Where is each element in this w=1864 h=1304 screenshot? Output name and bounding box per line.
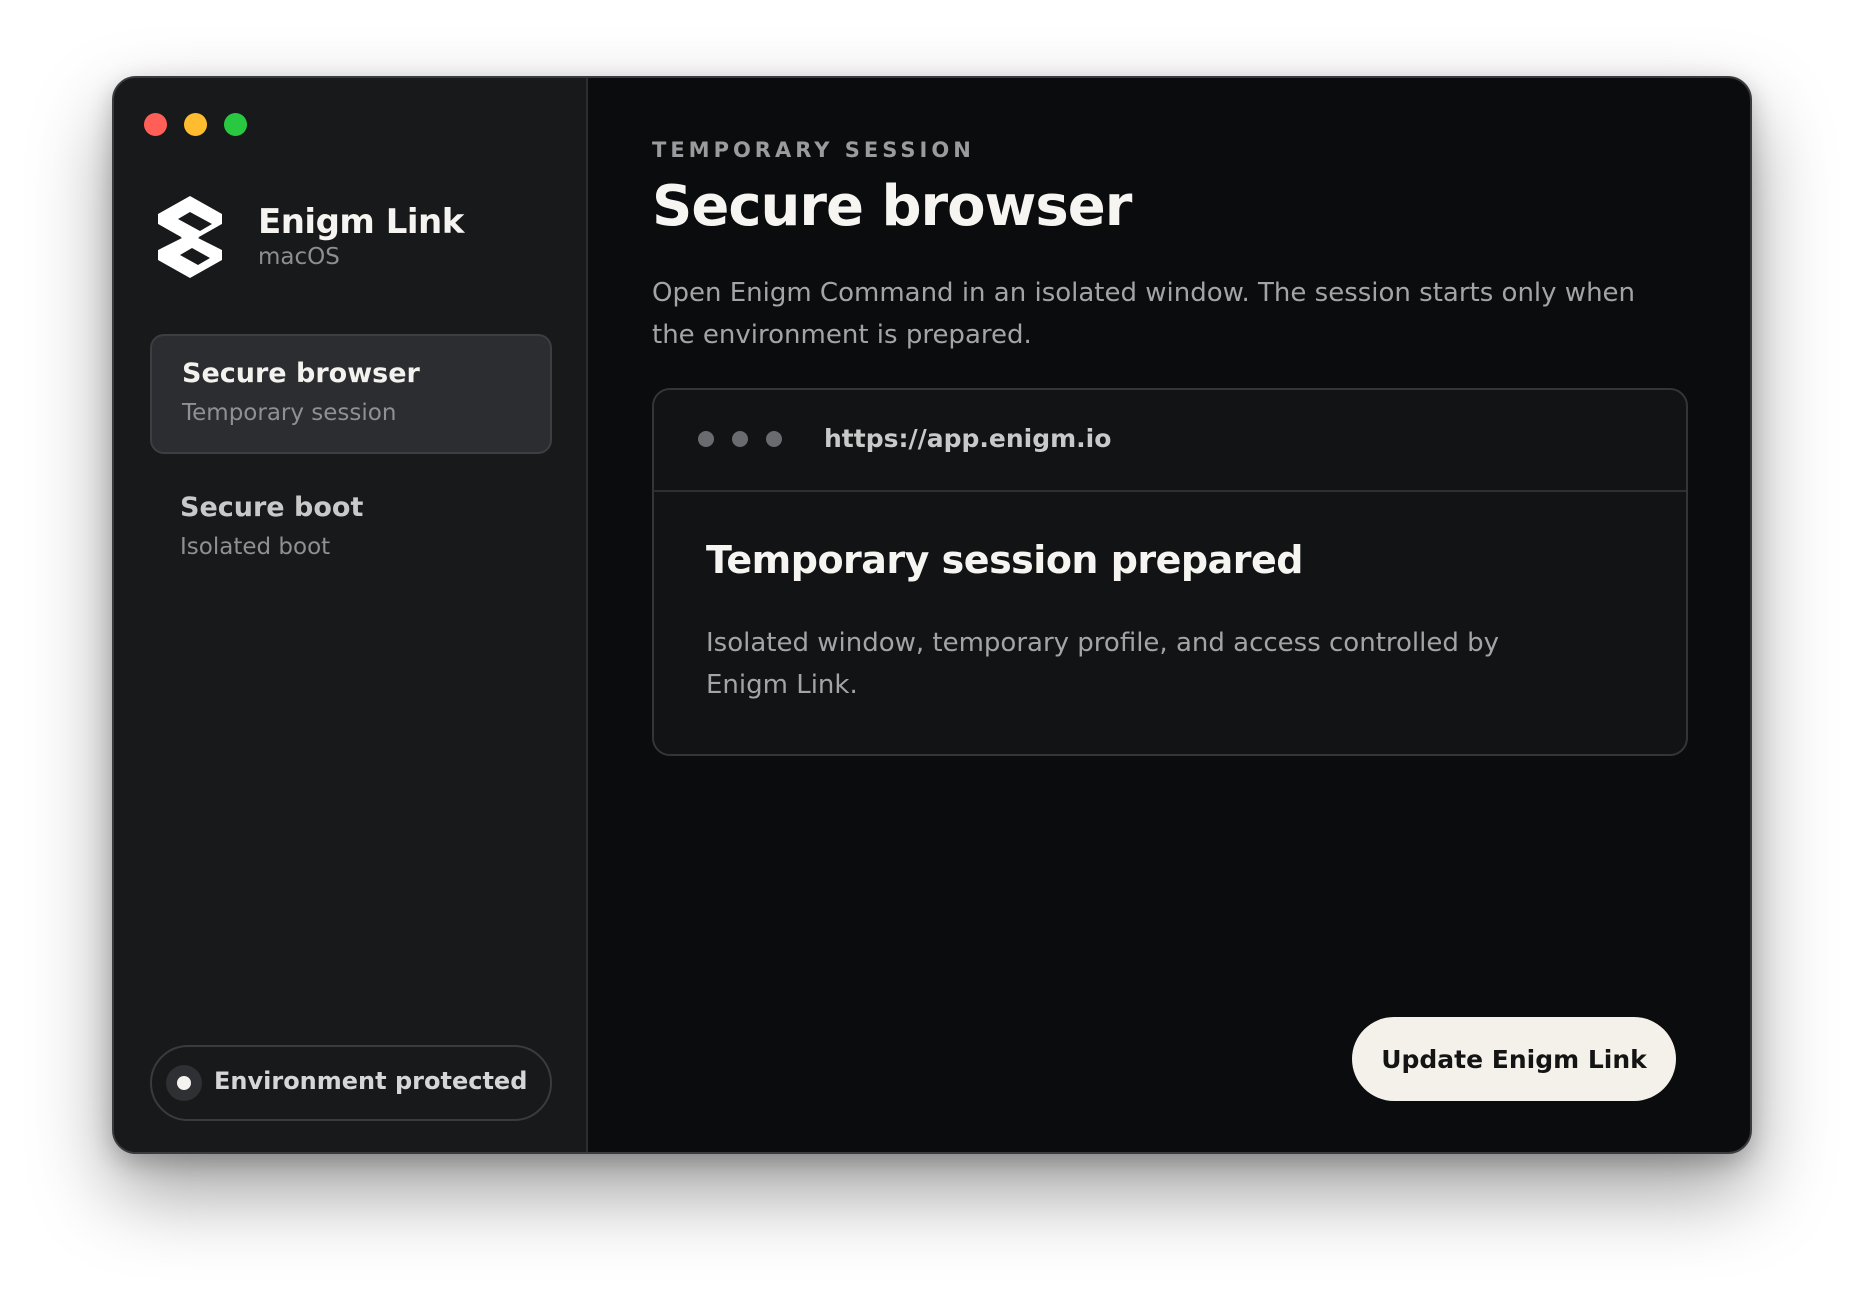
status-label: Environment protected <box>214 1067 528 1095</box>
brand-text: Enigm Link macOS <box>258 202 464 272</box>
card-title: Temporary session prepared <box>706 538 1304 582</box>
zoom-window-button[interactable] <box>224 113 247 136</box>
sidebar-item-subtitle: Isolated boot <box>180 534 331 560</box>
sidebar-item-subtitle: Temporary session <box>182 400 397 426</box>
page-description: Open Enigm Command in an isolated window… <box>652 278 1636 350</box>
minimize-window-button[interactable] <box>184 113 207 136</box>
app-name: Enigm Link <box>258 202 464 242</box>
sidebar-item-secure-browser[interactable]: Secure browser Temporary session <box>150 334 552 454</box>
sidebar: Enigm Link macOS Secure browser Temporar… <box>114 78 588 1152</box>
app-window: Enigm Link macOS Secure browser Temporar… <box>112 76 1752 1154</box>
enigm-logo-icon <box>158 196 222 278</box>
sidebar-item-title: Secure boot <box>180 492 364 523</box>
sidebar-item-secure-boot[interactable]: Secure boot Isolated boot <box>150 470 552 590</box>
brand: Enigm Link macOS <box>152 194 464 280</box>
browser-address-bar: https://app.enigm.io <box>654 390 1686 492</box>
sidebar-item-title: Secure browser <box>182 358 420 389</box>
section-eyebrow: TEMPORARY SESSION <box>652 138 975 162</box>
close-window-button[interactable] <box>144 113 167 136</box>
update-enigm-link-button[interactable]: Update Enigm Link <box>1352 1017 1676 1101</box>
browser-url: https://app.enigm.io <box>824 424 1112 453</box>
browser-dots-icon <box>698 431 782 447</box>
card-description: Isolated window, temporary profile, and … <box>706 628 1500 700</box>
status-dot-icon <box>166 1065 202 1101</box>
browser-preview-card: https://app.enigm.io Temporary session p… <box>652 388 1688 756</box>
main-panel: TEMPORARY SESSION Secure browser Open En… <box>588 78 1750 1152</box>
page-title: Secure browser <box>652 174 1132 239</box>
platform-label: macOS <box>258 244 340 270</box>
window-controls <box>144 113 247 136</box>
environment-status-badge: Environment protected <box>150 1045 552 1121</box>
